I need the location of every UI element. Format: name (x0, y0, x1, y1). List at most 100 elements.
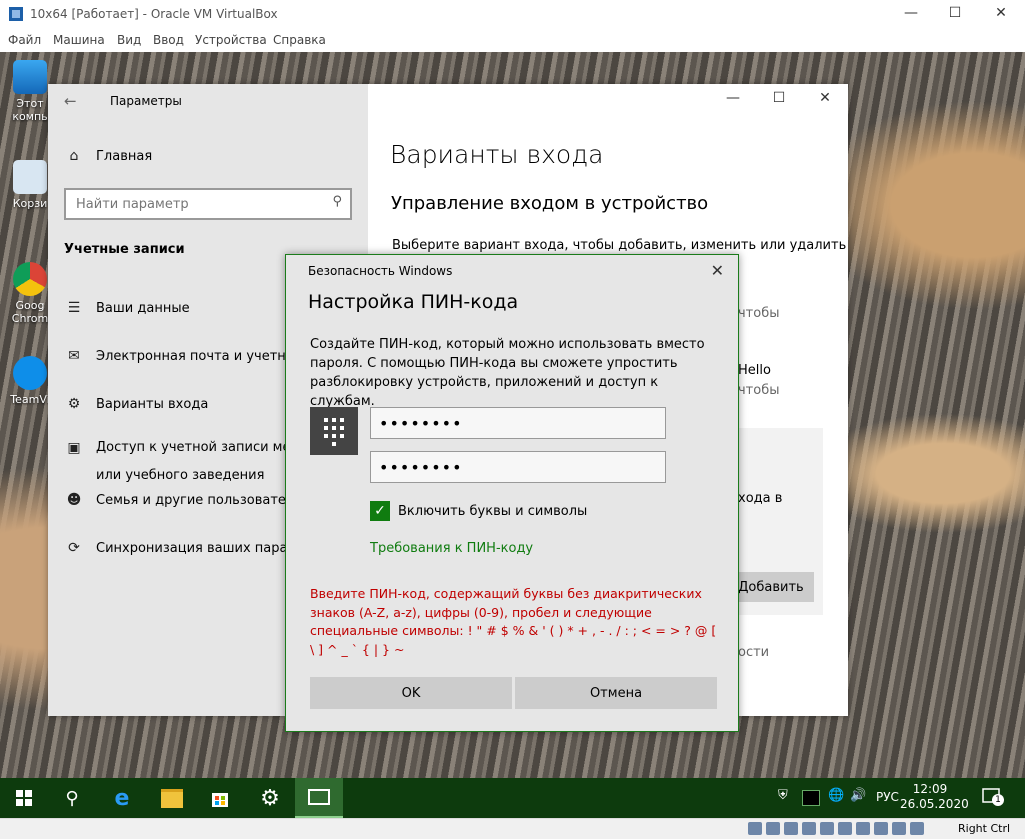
volume-icon[interactable]: 🔊 (850, 788, 866, 803)
user-card-icon: ☰ (67, 300, 81, 316)
nav-sync-settings[interactable]: ⟳ Синхронизация ваших парам (64, 540, 297, 556)
cancel-button[interactable]: Отмена (515, 677, 717, 709)
settings-window-title: Параметры (110, 94, 182, 108)
defender-icon[interactable]: ⛨ (778, 788, 788, 803)
menu-machine[interactable]: Машина (53, 33, 105, 47)
nav-family-users[interactable]: ☻ Семья и другие пользователи (64, 492, 303, 508)
menu-file[interactable]: Файл (8, 33, 41, 47)
recycle-bin-icon (13, 160, 47, 194)
host-key-label: Right Ctrl (958, 822, 1011, 835)
keypad-icon (310, 407, 358, 455)
include-letters-label: Включить буквы и символы (398, 503, 588, 519)
page-title: Варианты входа (390, 140, 604, 169)
file-explorer-icon (161, 788, 183, 808)
notification-count: 1 (992, 794, 1004, 806)
notification-center-icon[interactable]: 1 (982, 788, 1004, 806)
start-button[interactable] (0, 778, 48, 818)
briefcase-icon: ▣ (67, 440, 81, 456)
teamviewer-icon (13, 356, 47, 390)
page-subtitle: Управление входом в устройство (391, 193, 709, 214)
mouse-integration-icon[interactable] (910, 822, 924, 835)
page-description: Выберите вариант входа, чтобы добавить, … (392, 238, 847, 253)
search-icon: ⚲ (65, 787, 79, 809)
language-indicator[interactable]: РУС (876, 790, 899, 804)
taskbar-edge[interactable]: e (98, 778, 146, 818)
taskbar-settings[interactable]: ⚙ (246, 778, 294, 818)
clock-date: 26.05.2020 (900, 797, 969, 811)
pin-requirements-link[interactable]: Требования к ПИН-коду (370, 541, 533, 556)
section-accounts: Учетные записи (64, 242, 185, 257)
nav-home[interactable]: ⌂ Главная (64, 148, 153, 164)
nav-your-info[interactable]: ☰ Ваши данные (64, 300, 190, 316)
settings-minimize-icon[interactable]: — (718, 90, 748, 106)
sync-icon: ⟳ (68, 540, 80, 556)
minimize-icon[interactable]: — (896, 5, 926, 21)
dialog-caption: Безопасность Windows (308, 264, 453, 278)
text-fragment: ости (738, 645, 770, 660)
desktop-icon-this-pc[interactable]: Этот компь (8, 60, 52, 123)
settings-close-icon[interactable]: ✕ (810, 90, 840, 106)
key-icon: ⚙ (67, 396, 81, 412)
ok-button[interactable]: OK (310, 677, 512, 709)
desktop-icon-chrome[interactable]: Goog Chrom (8, 262, 52, 325)
search-icon: ⚲ (332, 194, 342, 209)
taskbar-windows-security[interactable] (295, 778, 343, 818)
taskbar-store[interactable] (196, 778, 244, 818)
new-pin-input[interactable] (370, 407, 666, 439)
back-arrow-icon[interactable]: ← (64, 92, 77, 110)
dialog-title: Настройка ПИН-кода (308, 291, 519, 313)
menu-help[interactable]: Справка (273, 33, 326, 47)
desktop-icon-teamviewer[interactable]: TeamVi (8, 356, 52, 406)
settings-maximize-icon[interactable]: ☐ (764, 90, 794, 106)
virtualbox-icon (9, 7, 23, 21)
host-title-bar: 10x64 [Работает] - Oracle VM VirtualBox … (0, 0, 1025, 30)
text-fragment: чтобы (738, 306, 780, 321)
close-icon[interactable]: ✕ (986, 5, 1016, 21)
pin-error-message: Введите ПИН-код, содержащий буквы без ди… (310, 586, 717, 657)
settings-search-input[interactable] (74, 190, 318, 218)
confirm-pin-input[interactable] (370, 451, 666, 483)
computer-icon (13, 60, 47, 94)
dialog-description: Создайте ПИН-код, который можно использо… (310, 337, 705, 409)
pin-setup-dialog: Безопасность Windows ✕ Настройка ПИН-код… (285, 254, 739, 732)
dialog-close-icon[interactable]: ✕ (711, 261, 724, 280)
shared-folders-icon[interactable] (838, 822, 852, 835)
status-icons (748, 822, 924, 836)
audio-icon[interactable] (784, 822, 798, 835)
hdd-icon[interactable] (748, 822, 762, 835)
network-icon[interactable]: 🌐 (828, 788, 844, 803)
taskbar-clock[interactable]: 12:09 26.05.2020 (900, 782, 969, 812)
text-fragment: Hello (738, 363, 771, 378)
nav-sign-in-options[interactable]: ⚙ Варианты входа (64, 396, 209, 412)
clock-time: 12:09 (912, 782, 948, 796)
taskbar-search-button[interactable]: ⚲ (48, 778, 96, 818)
host-status-bar: Right Ctrl (0, 818, 1025, 839)
include-letters-option[interactable]: ✓ Включить буквы и символы (370, 501, 587, 521)
nav-access-work-school[interactable]: ▣ Доступ к учетной записи мес или учебно… (64, 434, 297, 490)
maximize-icon[interactable]: ☐ (940, 5, 970, 21)
menu-view[interactable]: Вид (117, 33, 141, 47)
store-icon (212, 793, 228, 807)
include-letters-checkbox[interactable]: ✓ (370, 501, 390, 521)
network-adapter-icon[interactable] (802, 822, 816, 835)
cpu-icon[interactable] (892, 822, 906, 835)
nav-email-accounts[interactable]: ✉ Электронная почта и учетные (64, 348, 304, 364)
text-fragment: чтобы (738, 383, 780, 398)
add-button[interactable]: Добавить (728, 572, 814, 602)
taskbar: ⚲ e ⚙ ⛨ 🌐 🔊 РУС 12:09 26.05.2020 1 (0, 778, 1025, 818)
vm-display-icon[interactable] (802, 790, 820, 806)
host-window-title: 10x64 [Работает] - Oracle VM VirtualBox (30, 7, 278, 21)
settings-icon: ⚙ (260, 785, 280, 811)
taskbar-file-explorer[interactable] (148, 778, 196, 818)
menu-devices[interactable]: Устройства (195, 33, 267, 47)
optical-drive-icon[interactable] (766, 822, 780, 835)
usb-icon[interactable] (820, 822, 834, 835)
person-add-icon: ☻ (66, 492, 82, 508)
desktop-icon-recycle-bin[interactable]: Корзи (8, 160, 52, 210)
menu-input[interactable]: Ввод (153, 33, 184, 47)
display-icon[interactable] (856, 822, 870, 835)
mail-icon: ✉ (68, 348, 80, 364)
settings-search-box[interactable]: ⚲ (64, 188, 352, 220)
recording-icon[interactable] (874, 822, 888, 835)
host-menu-bar: Файл Машина Вид Ввод Устройства Справка (0, 30, 1025, 52)
